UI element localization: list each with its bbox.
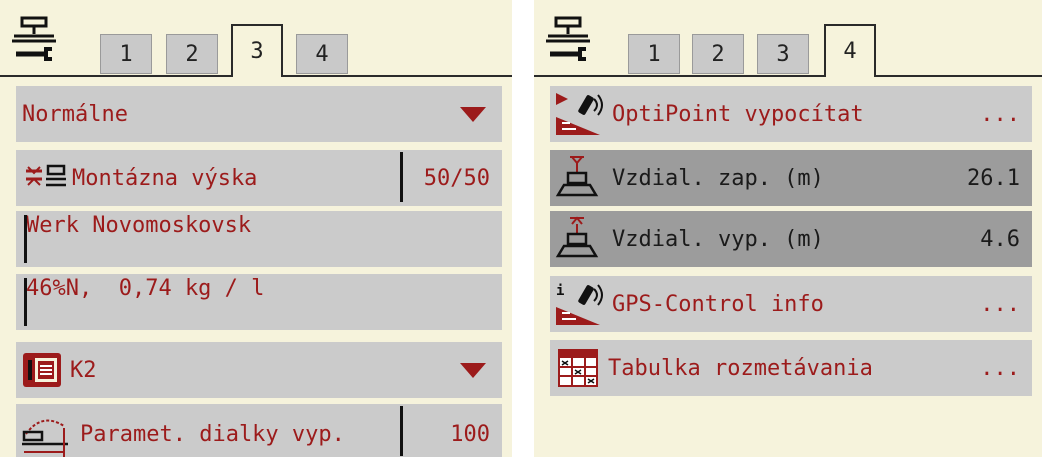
optipoint-icon	[556, 93, 603, 135]
boundary-spread-icon	[22, 419, 68, 457]
left-settings-panel: 1 2 3 4 Normálne Montázna výska 50/50 We…	[0, 0, 512, 457]
spread-table-icon	[558, 349, 598, 387]
distance-on-label: Vzdial. zap. (m)	[612, 165, 824, 191]
distance-off-row[interactable]: Vzdial. vyp. (m) 4.6	[550, 211, 1032, 267]
tab-bar: 1 2 3 4	[534, 0, 1042, 77]
distance-off-value: 4.6	[980, 226, 1020, 252]
gps-info-icon: i	[556, 283, 603, 325]
tab-3[interactable]: 3	[231, 24, 283, 77]
optipoint-more: ...	[980, 101, 1020, 127]
gps-control-label: GPS-Control info	[612, 291, 824, 317]
mode-value: Normálne	[22, 101, 128, 127]
spreading-disc-icon	[23, 353, 61, 387]
spreader-on-distance-icon	[555, 156, 599, 197]
fertilizer-spec-field[interactable]: 46%N, 0,74 kg / l	[16, 274, 502, 330]
mount-height-row[interactable]: Montázna výska 50/50	[16, 150, 502, 206]
mount-height-label: Montázna výska	[72, 165, 258, 191]
value-separator	[400, 406, 403, 456]
optipoint-calc-row[interactable]: OptiPoint vypocítat ...	[550, 86, 1032, 142]
text-cursor	[24, 278, 27, 326]
svg-text:i: i	[556, 283, 564, 299]
spread-table-row[interactable]: Tabulka rozmetávania ...	[550, 340, 1032, 396]
tab-2[interactable]: 2	[166, 34, 218, 74]
gps-control-info-row[interactable]: i GPS-Control info ...	[550, 276, 1032, 332]
spreader-off-distance-icon	[555, 216, 599, 258]
tab-1[interactable]: 1	[628, 34, 680, 74]
tab-4[interactable]: 4	[296, 34, 348, 74]
disc-type-dropdown[interactable]: K2	[16, 342, 502, 398]
distance-on-row[interactable]: Vzdial. zap. (m) 26.1	[550, 150, 1032, 206]
dropdown-arrow-icon	[460, 362, 486, 378]
optipoint-label: OptiPoint vypocítat	[612, 101, 864, 127]
fertilizer-maker-field[interactable]: Werk Novomoskovsk	[16, 211, 502, 267]
spread-table-more: ...	[980, 355, 1020, 381]
limit-parameter-value: 100	[450, 421, 490, 447]
fertilizer-spec-text: 46%N, 0,74 kg / l	[26, 276, 265, 301]
spread-table-label: Tabulka rozmetávania	[608, 355, 873, 381]
disc-type-value: K2	[70, 357, 97, 383]
mount-height-value: 50/50	[423, 165, 490, 191]
tab-1[interactable]: 1	[100, 34, 152, 74]
limit-parameter-label: Paramet. dialky vyp.	[80, 421, 345, 447]
value-separator	[400, 152, 403, 202]
dropdown-arrow-icon	[460, 106, 486, 122]
gps-control-more: ...	[980, 291, 1020, 317]
machine-wrench-icon	[12, 16, 56, 61]
distance-on-value: 26.1	[967, 165, 1020, 191]
limit-parameter-row[interactable]: Paramet. dialky vyp. 100	[16, 404, 502, 457]
tab-divider-line	[534, 75, 1042, 77]
machine-wrench-icon	[546, 16, 590, 61]
tab-2[interactable]: 2	[692, 34, 744, 74]
tab-4[interactable]: 4	[824, 24, 876, 77]
distance-off-label: Vzdial. vyp. (m)	[612, 226, 824, 252]
right-settings-panel: 1 2 3 4 OptiPoint vypocítat ... Vzdial. …	[534, 0, 1042, 457]
mount-height-icon	[26, 164, 66, 187]
tab-3[interactable]: 3	[757, 34, 809, 74]
mode-dropdown[interactable]: Normálne	[16, 86, 502, 142]
text-cursor	[24, 215, 27, 263]
tab-bar: 1 2 3 4	[0, 0, 512, 77]
fertilizer-maker-text: Werk Novomoskovsk	[26, 213, 252, 238]
